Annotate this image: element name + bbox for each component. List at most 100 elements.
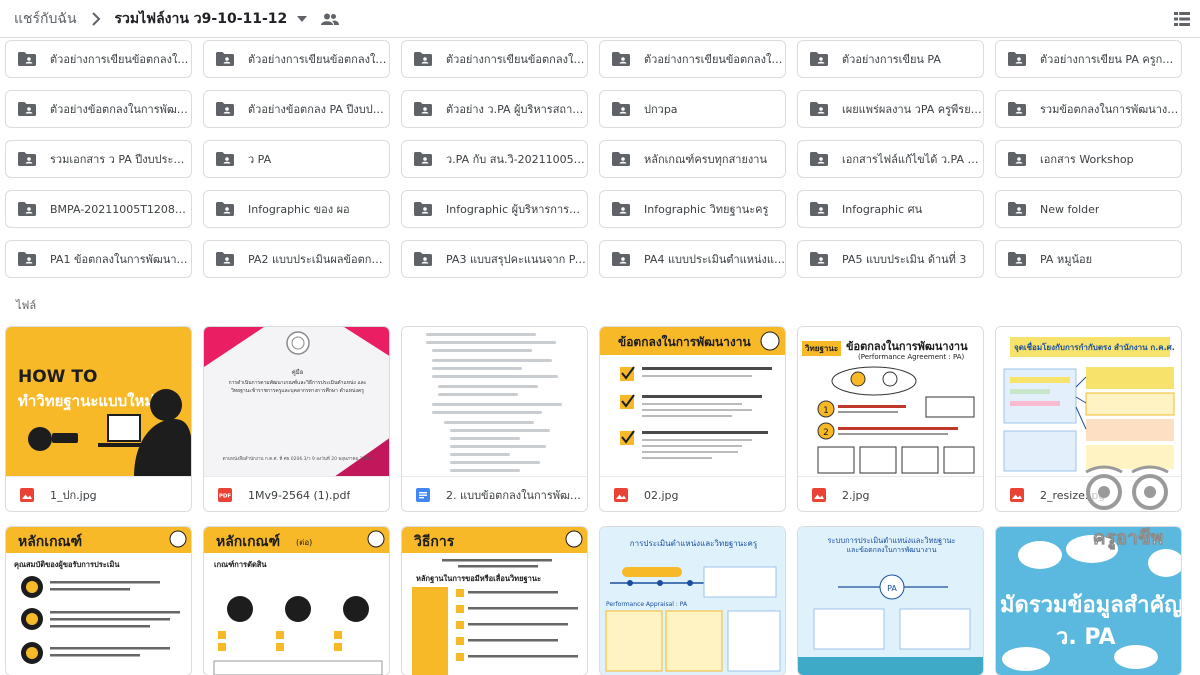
folder-item[interactable]: New folder [995,190,1182,228]
folder-item[interactable]: Infographic วิทยฐานะครู [599,190,786,228]
folder-name: BMPA-20211005T120800Z... [50,202,191,216]
folder-name: ตัวอย่างการเขียนข้อตกลงในก... [644,53,785,66]
breadcrumb-shared-with-me[interactable]: แชร์กับฉัน [8,4,83,34]
file-card-7[interactable]: หลักเกณฑ์ คุณสมบัติของผู้ขอรับการประเมิน [5,526,192,675]
file-card-5[interactable]: วิทยฐานะ ข้อตกลงในการพัฒนางาน (Performan… [797,326,984,512]
folder-name: New folder [1040,202,1100,216]
shared-folder-icon [414,49,434,69]
folder-item[interactable]: ตัวอย่างการเขียนข้อตกลงในก... [5,40,192,78]
folder-item[interactable]: ตัวอย่างการเขียน PA ครูกณิตลด... [995,40,1182,78]
link-diagram-graphic [1003,367,1175,472]
svg-text:PA: PA [887,584,897,593]
file-grid: HOW TO ทำวิทยฐานะแบบใหม่ 1_ปก.jpg คู่มือ… [5,326,1195,675]
folder-item[interactable]: ตัวอย่าง ว.PA ผู้บริหารสถานศึ... [401,90,588,128]
folder-item[interactable]: ว.PA กับ สน.วิ-20211005T12... [401,140,588,178]
file-card-11[interactable]: ระบบการประเมินตำแหน่งและวิทยฐานะ และข้อต… [797,526,984,675]
shared-folder-icon [18,199,38,219]
folder-item[interactable]: PA4 แบบประเมินตำแหน่งและ... [599,240,786,278]
pdf-body: การดำเนินการตามพัฒนาเกณฑ์และวิธีการประเม… [228,380,367,394]
svg-text:2: 2 [823,428,829,438]
folder-item[interactable]: รวมข้อตกลงในการพัฒนางาน ... [995,90,1182,128]
folder-name: เอกสารไฟล์แก้ไขได้ ว.PA ครูว... [842,153,983,166]
shared-folder-icon [1008,249,1028,269]
shared-folder-icon [1008,49,1028,69]
file-card-6[interactable]: จุดเชื่อมโยงกับการกำกับตรง สำนักงาน ก.ค.… [995,326,1182,512]
folder-name: PA1 ข้อตกลงในการพัฒนางาน [50,253,191,266]
folder-item[interactable]: ตัวอย่างการเขียน PA [797,40,984,78]
thumbnail-howto: HOW TO ทำวิทยฐานะแบบใหม่ [6,327,191,477]
criteria2-graphic [213,530,385,675]
folder-item[interactable]: ปกวpa [599,90,786,128]
shared-folder-icon [1008,199,1028,219]
file-card-footer: 2_resize.jpg [996,477,1181,511]
folder-item[interactable]: Infographic ผู้บริหารการศึกษา [401,190,588,228]
folder-item[interactable]: PA หมูน้อย [995,240,1182,278]
breadcrumb-current-folder[interactable]: รวมไฟล์งาน ว9-10-11-12 [109,4,294,34]
folder-name: รวมเอกสาร ว PA ปีงบประมาณ... [50,153,191,166]
folder-item[interactable]: Infographic ของ ผอ [203,190,390,228]
folder-item[interactable]: BMPA-20211005T120800Z... [5,190,192,228]
folder-item[interactable]: PA2 แบบประเมินผลข้อตกลงใ... [203,240,390,278]
file-card-2[interactable]: คู่มือ การดำเนินการตามพัฒนาเกณฑ์และวิธีก… [203,326,390,512]
caret-down-icon[interactable] [293,9,311,29]
thumbnail-method: วิธีการ หลักฐานในการขอมีหรือเลื่อนวิทยฐา… [402,527,587,675]
shared-folder-icon [18,149,38,169]
folder-name: ปกวpa [644,103,678,116]
thumbnail-agreement: ข้อตกลงในการพัฒนางาน [600,327,785,477]
folder-name: ตัวอย่างการเขียน PA ครูกณิตลด... [1040,53,1181,66]
folder-item[interactable]: PA3 แบบสรุปคะแนนจาก PA2 [401,240,588,278]
folder-item[interactable]: ว PA [203,140,390,178]
collect-bubbles [1002,535,1181,671]
evaluation-graphic [605,566,781,672]
shared-folder-icon [18,49,38,69]
folder-item[interactable]: ตัวอย่างการเขียนข้อตกลงในก... [599,40,786,78]
folder-item[interactable]: เอกสารไฟล์แก้ไขได้ ว.PA ครูว... [797,140,984,178]
file-card-8[interactable]: หลักเกณฑ์ (ต่อ) เกณฑ์การตัดสิน [203,526,390,675]
thumbnail-collect: มัดรวมข้อมูลสำคัญ ว. PA [996,527,1181,675]
folder-name: ว.PA กับ สน.วิ-20211005T12... [446,153,587,166]
file-name: 1_ปก.jpg [50,489,97,502]
folder-item[interactable]: เอกสาร Workshop [995,140,1182,178]
folder-name: ว PA [248,153,272,166]
thumbnail-pa-sketch: วิทยฐานะ ข้อตกลงในการพัฒนางาน (Performan… [798,327,983,477]
svg-text:1: 1 [823,406,829,416]
thumbnail-link-diagram: จุดเชื่อมโยงกับการกำกับตรง สำนักงาน ก.ค.… [996,327,1181,477]
thumbnail-doc [402,327,587,477]
system-graphic: PA [798,574,983,675]
list-view-icon[interactable] [1172,9,1192,29]
thumbnail-criteria: หลักเกณฑ์ คุณสมบัติของผู้ขอรับการประเมิน [6,527,191,675]
folder-item[interactable]: ตัวอย่างข้อตกลง PA ปีงบประม... [203,90,390,128]
top-bar: แชร์กับฉัน รวมไฟล์งาน ว9-10-11-12 [0,0,1200,38]
method-graphic [412,530,583,675]
folder-name: เผยแพร่ผลงาน วPA ครูพีรยา แ... [842,103,983,116]
shared-folder-icon [612,99,632,119]
folder-item[interactable]: Infographic ศน [797,190,984,228]
file-card-10[interactable]: การประเมินตำแหน่งและวิทยฐานะครู Performa… [599,526,786,675]
howto-illustration [28,389,191,476]
shared-folder-icon [414,249,434,269]
image-file-icon [1010,488,1024,502]
folder-name: ตัวอย่างข้อตกลงในการพัฒนา... [50,103,191,116]
file-card-4[interactable]: ข้อตกลงในการพัฒนางาน 02.jpg [599,326,786,512]
shared-people-icon[interactable] [317,9,343,29]
folder-name: ตัวอย่างการเขียนข้อตกลงในก... [248,53,389,66]
folder-item[interactable]: รวมเอกสาร ว PA ปีงบประมาณ... [5,140,192,178]
file-card-12[interactable]: มัดรวมข้อมูลสำคัญ ว. PA [995,526,1182,675]
image-file-icon [812,488,826,502]
file-card-9[interactable]: วิธีการ หลักฐานในการขอมีหรือเลื่อนวิทยฐา… [401,526,588,675]
folder-name: PA4 แบบประเมินตำแหน่งและ... [644,253,785,266]
folder-item[interactable]: PA5 แบบประเมิน ด้านที่ 3 [797,240,984,278]
folder-item[interactable]: เผยแพร่ผลงาน วPA ครูพีรยา แ... [797,90,984,128]
file-card-3[interactable]: 2. แบบข้อตกลงในการพัฒนาง... [401,326,588,512]
folder-name: PA หมูน้อย [1040,253,1093,266]
file-card-footer: 2.jpg [798,477,983,511]
folder-item[interactable]: หลักเกณฑ์ครบทุกสายงาน [599,140,786,178]
thumbnail-pdf: คู่มือ การดำเนินการตามพัฒนาเกณฑ์และวิธีก… [204,327,389,477]
shared-folder-icon [216,199,236,219]
file-card-1[interactable]: HOW TO ทำวิทยฐานะแบบใหม่ 1_ปก.jpg [5,326,192,512]
folder-item[interactable]: ตัวอย่างการเขียนข้อตกลงในก... [401,40,588,78]
folder-item[interactable]: ตัวอย่างการเขียนข้อตกลงในก... [203,40,390,78]
chevron-right-icon [83,9,109,29]
folder-item[interactable]: PA1 ข้อตกลงในการพัฒนางาน [5,240,192,278]
folder-item[interactable]: ตัวอย่างข้อตกลงในการพัฒนา... [5,90,192,128]
